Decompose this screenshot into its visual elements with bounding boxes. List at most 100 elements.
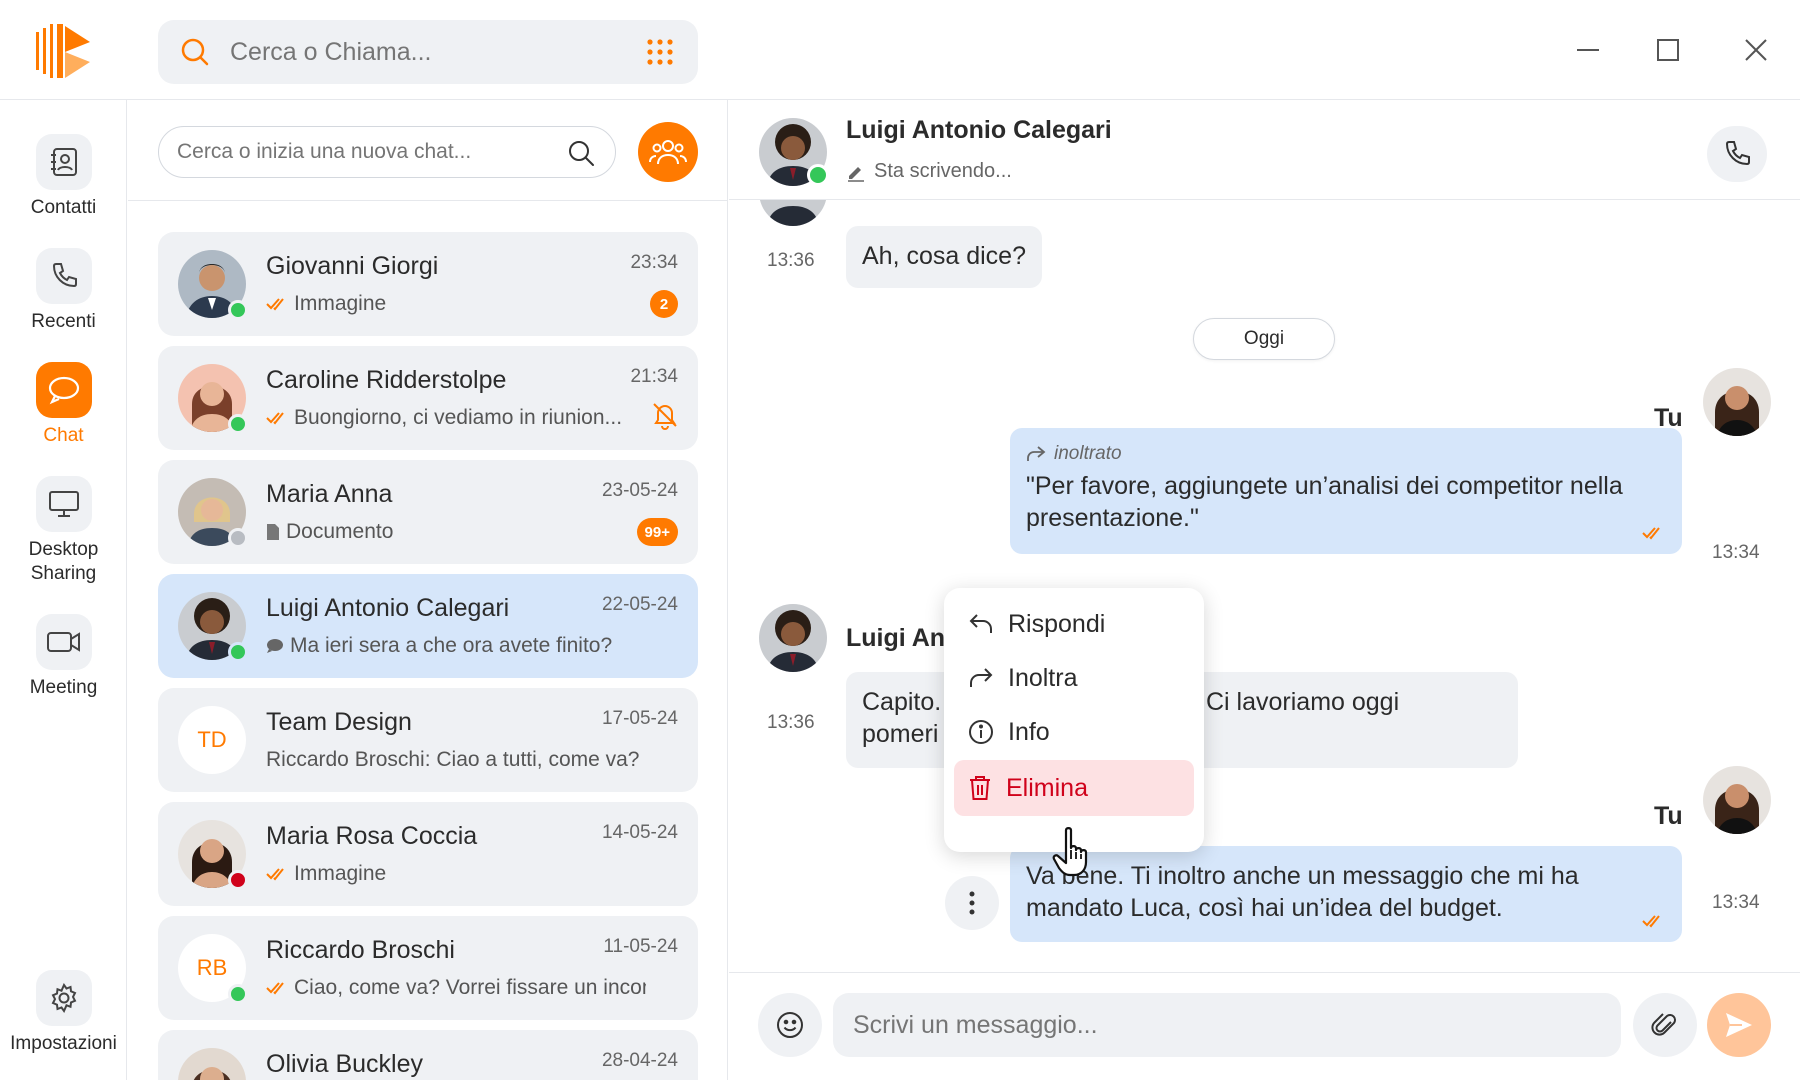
nav-label: Meeting bbox=[29, 677, 98, 698]
attach-button[interactable] bbox=[1633, 993, 1697, 1057]
message-icon bbox=[266, 638, 284, 654]
app-window: Contatti Recenti Chat Desktop Sharing Me… bbox=[0, 0, 1800, 1080]
paperclip-icon bbox=[1650, 1010, 1680, 1040]
contact-name: Maria Anna bbox=[266, 480, 393, 508]
double-check-icon bbox=[1642, 526, 1666, 540]
call-button[interactable] bbox=[1707, 126, 1767, 182]
conversation-header: Luigi Antonio Calegari Sta scrivendo... bbox=[729, 100, 1800, 200]
avatar bbox=[759, 200, 827, 226]
nav-label: Desktop Sharing bbox=[28, 539, 99, 584]
message-preview: Riccardo Broschi: Ciao a tutti, come va? bbox=[266, 748, 640, 771]
presence-online bbox=[228, 414, 248, 434]
presence-online bbox=[228, 984, 248, 1004]
message-time: 11-05-24 bbox=[603, 936, 678, 957]
chat-search-bar[interactable] bbox=[158, 126, 616, 178]
message-time: 13:36 bbox=[767, 250, 815, 271]
close-window-button[interactable] bbox=[1736, 30, 1776, 70]
double-check-icon bbox=[266, 867, 288, 881]
forward-icon bbox=[968, 666, 994, 690]
nav-chat[interactable]: Chat bbox=[0, 362, 127, 448]
search-icon[interactable] bbox=[567, 139, 595, 167]
emoji-button[interactable] bbox=[758, 993, 822, 1057]
message-bubble-outgoing-forwarded[interactable]: inoltrato "Per favore, aggiungete un’ana… bbox=[1010, 428, 1682, 554]
forwarded-label: inoltrato bbox=[1026, 442, 1666, 466]
monitor-icon bbox=[48, 489, 80, 519]
chat-list-item[interactable]: Caroline Ridderstolpe Buongiorno, ci ved… bbox=[158, 346, 698, 450]
message-time: 28-04-24 bbox=[601, 1050, 678, 1071]
global-search-bar[interactable] bbox=[158, 20, 698, 84]
new-group-button[interactable] bbox=[638, 122, 698, 182]
contact-name: Giovanni Giorgi bbox=[266, 252, 439, 280]
minimize-button[interactable] bbox=[1568, 30, 1608, 70]
document-icon bbox=[266, 523, 280, 541]
contact-name: Riccardo Broschi bbox=[266, 936, 455, 964]
minimize-icon bbox=[1575, 37, 1601, 63]
app-logo bbox=[34, 22, 92, 80]
message-text: Va bene. Ti inoltro anche un messaggio c… bbox=[1026, 862, 1579, 922]
send-button[interactable] bbox=[1707, 993, 1771, 1057]
chat-list-item-selected[interactable]: Luigi Antonio Calegari Ma ieri sera a ch… bbox=[158, 574, 698, 678]
nav-impostazioni[interactable]: Impostazioni bbox=[0, 970, 127, 1056]
message-time: 14-05-24 bbox=[601, 822, 678, 843]
menu-item-info[interactable]: Info bbox=[954, 704, 1194, 760]
message-composer bbox=[729, 972, 1800, 1080]
message-context-menu: Rispondi Inoltra Info Elimina bbox=[944, 588, 1204, 852]
forward-icon bbox=[1026, 445, 1046, 463]
message-time: 22-05-24 bbox=[601, 594, 678, 615]
pencil-icon bbox=[846, 162, 866, 182]
double-check-icon bbox=[266, 411, 288, 425]
presence-busy bbox=[228, 870, 248, 890]
maximize-button[interactable] bbox=[1648, 30, 1688, 70]
double-check-icon bbox=[1642, 914, 1666, 928]
avatar-initials: TD bbox=[178, 706, 246, 774]
sender-name: Tu bbox=[1654, 802, 1683, 830]
nav-recenti[interactable]: Recenti bbox=[0, 248, 127, 334]
message-time: 17-05-24 bbox=[601, 708, 678, 729]
chat-list-item[interactable]: Giovanni Giorgi Immagine 23:34 2 bbox=[158, 232, 698, 336]
message-bubble-outgoing[interactable]: Va bene. Ti inoltro anche un messaggio c… bbox=[1010, 846, 1682, 942]
global-search-input[interactable] bbox=[230, 38, 610, 67]
chat-list-item[interactable]: Maria Anna Documento 23-05-24 99+ bbox=[158, 460, 698, 564]
chat-list-item[interactable]: RB Riccardo Broschi Ciao, come va? Vorre… bbox=[158, 916, 698, 1020]
contact-name: Team Design bbox=[266, 708, 412, 736]
message-options-button[interactable] bbox=[945, 876, 999, 930]
double-check-icon bbox=[266, 297, 288, 311]
chat-list-item[interactable]: TD Team Design Riccardo Broschi: Ciao a … bbox=[158, 688, 698, 792]
nav-contatti[interactable]: Contatti bbox=[0, 134, 127, 220]
message-list[interactable]: 13:36 Ah, cosa dice? Oggi Tu inoltrato "… bbox=[729, 200, 1800, 1072]
unread-badge: 99+ bbox=[636, 518, 678, 546]
info-icon bbox=[968, 719, 994, 745]
nav-meeting[interactable]: Meeting bbox=[0, 614, 127, 700]
close-icon bbox=[1743, 37, 1769, 63]
muted-bell-icon bbox=[650, 400, 680, 430]
chat-list-pane: Giovanni Giorgi Immagine 23:34 2 Carolin… bbox=[128, 100, 728, 1080]
chat-icon bbox=[47, 374, 81, 406]
message-time: 21:34 bbox=[630, 366, 678, 387]
message-time: 23-05-24 bbox=[601, 480, 678, 501]
message-input[interactable] bbox=[833, 993, 1621, 1057]
avatar bbox=[178, 1048, 246, 1080]
message-preview: Buongiorno, ci vediamo in riunion... bbox=[266, 406, 622, 430]
menu-item-rispondi[interactable]: Rispondi bbox=[954, 596, 1194, 652]
nav-label: Contatti bbox=[30, 197, 97, 218]
contact-name: Caroline Ridderstolpe bbox=[266, 366, 507, 394]
maximize-icon bbox=[1655, 37, 1681, 63]
hand-cursor-icon bbox=[1052, 826, 1096, 878]
dialpad-icon[interactable] bbox=[646, 38, 674, 66]
chat-list-item[interactable]: Olivia Buckley 28-04-24 bbox=[158, 1030, 698, 1080]
avatar bbox=[759, 604, 827, 672]
video-icon bbox=[46, 628, 82, 656]
message-time: 13:36 bbox=[767, 712, 815, 733]
menu-item-elimina[interactable]: Elimina bbox=[954, 760, 1194, 816]
nav-label: Impostazioni bbox=[10, 1033, 117, 1054]
message-time: 13:34 bbox=[1712, 892, 1760, 913]
presence-away bbox=[228, 528, 248, 548]
contact-name: Maria Rosa Coccia bbox=[266, 822, 478, 850]
chat-list-item[interactable]: Maria Rosa Coccia Immagine 14-05-24 bbox=[158, 802, 698, 906]
message-preview: Immagine bbox=[266, 862, 386, 886]
message-bubble-incoming[interactable]: Ah, cosa dice? bbox=[846, 226, 1042, 288]
nav-desktop-sharing[interactable]: Desktop Sharing bbox=[0, 476, 127, 586]
chat-search-input[interactable] bbox=[177, 140, 557, 164]
message-preview: Immagine bbox=[266, 292, 386, 316]
menu-item-inoltra[interactable]: Inoltra bbox=[954, 650, 1194, 706]
